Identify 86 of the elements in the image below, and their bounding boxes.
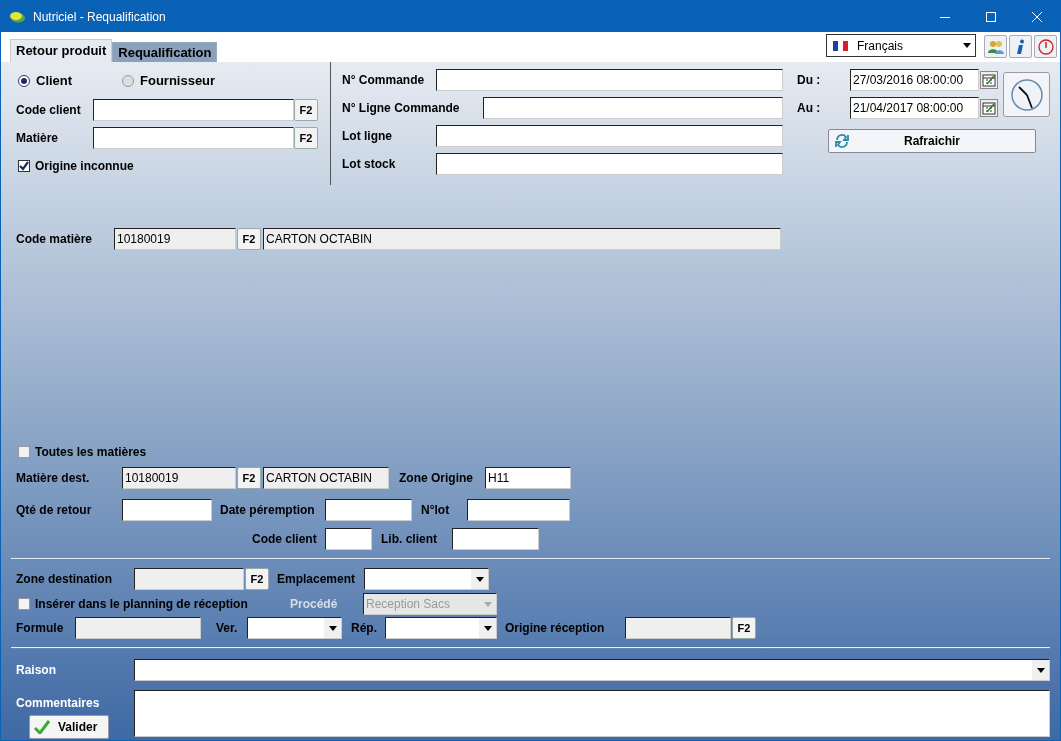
comments-field[interactable] xyxy=(134,690,1050,737)
power-button[interactable] xyxy=(1034,35,1057,58)
field-label: Matière dest. xyxy=(16,470,91,487)
f2-button[interactable]: F2 xyxy=(294,127,318,149)
checkbox[interactable] xyxy=(18,598,30,610)
caret-icon xyxy=(475,576,484,582)
field-label: Rép. xyxy=(351,620,378,637)
field-label: Au : xyxy=(797,100,822,117)
field-label: Insérer dans le planning de réception xyxy=(35,596,248,613)
field-label: Emplacement xyxy=(277,571,357,588)
field-label: N° Ligne Commande xyxy=(342,100,461,117)
field-label: Commentaires xyxy=(16,695,101,712)
radio-button[interactable] xyxy=(18,75,30,87)
refresh-button[interactable]: Rafraichir xyxy=(828,129,1036,153)
calendar-icon xyxy=(982,73,996,87)
field-label: N°lot xyxy=(421,502,451,519)
field-label: Code client xyxy=(252,531,318,548)
validate-button[interactable]: Valider xyxy=(29,715,109,739)
app-logo-icon xyxy=(9,10,25,23)
caret-icon xyxy=(962,43,971,48)
users-icon xyxy=(987,38,1004,55)
field-label: Procédé xyxy=(290,596,339,613)
text-field[interactable] xyxy=(436,69,783,91)
clock-icon xyxy=(1009,77,1044,112)
tab[interactable]: Requalification xyxy=(112,42,218,62)
text-field[interactable]: H11 xyxy=(485,467,571,489)
field-label: Lib. client xyxy=(381,531,438,548)
checkbox[interactable] xyxy=(18,446,30,458)
field-label: Client xyxy=(36,72,73,91)
field-label: Date péremption xyxy=(220,502,316,519)
tab[interactable]: Retour produit xyxy=(10,39,113,62)
field-label: Fournisseur xyxy=(140,72,216,91)
flag-icon xyxy=(833,40,848,51)
maximize-icon xyxy=(986,11,996,22)
field-label: Matière xyxy=(16,130,60,147)
field-label: Zone Origine xyxy=(399,470,474,487)
text-field[interactable] xyxy=(436,125,783,147)
text-field[interactable] xyxy=(452,528,539,550)
field-label: Du : xyxy=(797,72,822,89)
f2-button[interactable]: F2 xyxy=(294,99,318,121)
dropdown[interactable] xyxy=(134,659,1050,681)
caret-icon xyxy=(1036,667,1045,673)
field-label: Code matière xyxy=(16,231,94,248)
radio-button[interactable] xyxy=(122,75,134,87)
refresh-icon xyxy=(835,134,849,148)
dropdown[interactable] xyxy=(364,568,489,590)
field-label: Qté de retour xyxy=(16,502,93,519)
text-field[interactable]: 27/03/2016 08:00:00 xyxy=(850,69,979,91)
field-label: Lot ligne xyxy=(342,128,393,145)
calendar-button[interactable] xyxy=(980,99,998,117)
close-icon xyxy=(1032,11,1042,22)
dropdown[interactable] xyxy=(247,617,342,639)
text-field[interactable] xyxy=(483,97,783,119)
text-field[interactable] xyxy=(93,99,294,121)
field-label: Raison xyxy=(16,662,57,679)
field-label: Lot stock xyxy=(342,156,397,173)
info-button[interactable] xyxy=(1009,35,1032,58)
check-icon xyxy=(19,161,29,171)
field-label: Zone destination xyxy=(16,571,113,588)
field-label: Ver. xyxy=(216,620,239,637)
field-label: Origine réception xyxy=(505,620,606,637)
field-label: Code client xyxy=(16,102,82,119)
calendar-icon xyxy=(982,101,996,115)
text-field[interactable] xyxy=(122,499,212,521)
text-field[interactable] xyxy=(325,499,412,521)
field-label: Toutes les matières xyxy=(35,444,147,461)
calendar-button[interactable] xyxy=(980,71,998,89)
text-field[interactable] xyxy=(325,528,372,550)
window-title: Nutriciel - Requalification xyxy=(33,8,166,26)
text-field[interactable] xyxy=(436,153,783,175)
text-field[interactable]: 21/04/2017 08:00:00 xyxy=(850,97,979,119)
caret-icon xyxy=(483,625,492,631)
dropdown[interactable] xyxy=(385,617,497,639)
field-label: N° Commande xyxy=(342,72,426,89)
clock-button[interactable] xyxy=(1003,72,1050,117)
power-icon xyxy=(1037,38,1054,55)
field-label: Formule xyxy=(16,620,65,637)
users-button[interactable] xyxy=(984,35,1007,58)
caret-icon xyxy=(483,601,492,607)
language-dropdown[interactable]: Français xyxy=(826,34,976,57)
text-field[interactable] xyxy=(93,127,294,149)
field-label: Origine inconnue xyxy=(35,158,134,175)
check-icon xyxy=(34,720,50,734)
caret-icon xyxy=(328,625,337,631)
checkbox[interactable] xyxy=(18,160,30,172)
text-field[interactable] xyxy=(467,499,570,521)
